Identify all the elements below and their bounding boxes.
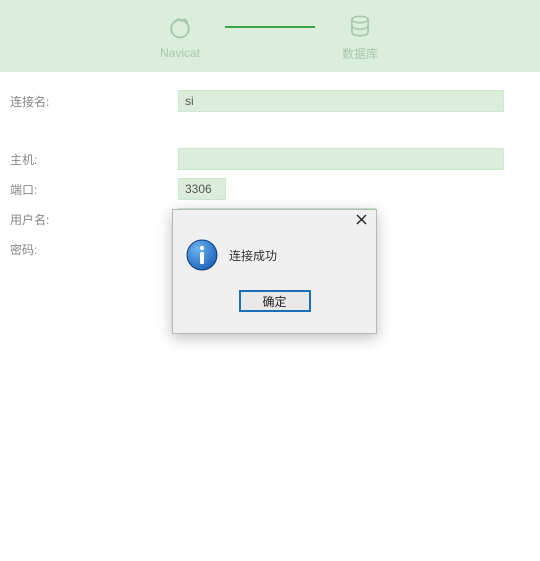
wizard-step-navicat: Navicat [135, 12, 225, 60]
user-label: 用户名: [10, 211, 178, 228]
dialog-titlebar [173, 210, 376, 232]
database-icon [345, 11, 375, 41]
ok-button[interactable]: 确定 [239, 290, 311, 312]
wizard-header: Navicat 数据库 [0, 0, 540, 72]
dialog-body: 连接成功 [173, 232, 376, 272]
wizard-step-navicat-label: Navicat [160, 46, 200, 60]
host-label: 主机: [10, 151, 178, 168]
host-input[interactable] [178, 148, 504, 170]
port-label: 端口: [10, 181, 178, 198]
row-port: 端口: [10, 178, 520, 200]
dialog-buttons: 确定 [173, 272, 376, 312]
row-conn-name: 连接名: [10, 90, 520, 112]
info-icon [185, 238, 219, 272]
row-host: 主机: [10, 148, 520, 170]
navicat-icon [165, 12, 195, 42]
wizard-step-database-label: 数据库 [342, 45, 378, 62]
pass-label: 密码: [10, 241, 178, 258]
ok-button-label: 确定 [262, 293, 286, 310]
close-button[interactable] [346, 210, 376, 232]
success-dialog: 连接成功 确定 [172, 209, 377, 334]
wizard-step-line [225, 26, 315, 28]
close-icon [356, 214, 367, 228]
dialog-message: 连接成功 [229, 247, 277, 264]
port-input[interactable] [178, 178, 226, 200]
conn-name-input[interactable] [178, 90, 504, 112]
conn-name-label: 连接名: [10, 93, 178, 110]
wizard-step-database: 数据库 [315, 11, 405, 62]
